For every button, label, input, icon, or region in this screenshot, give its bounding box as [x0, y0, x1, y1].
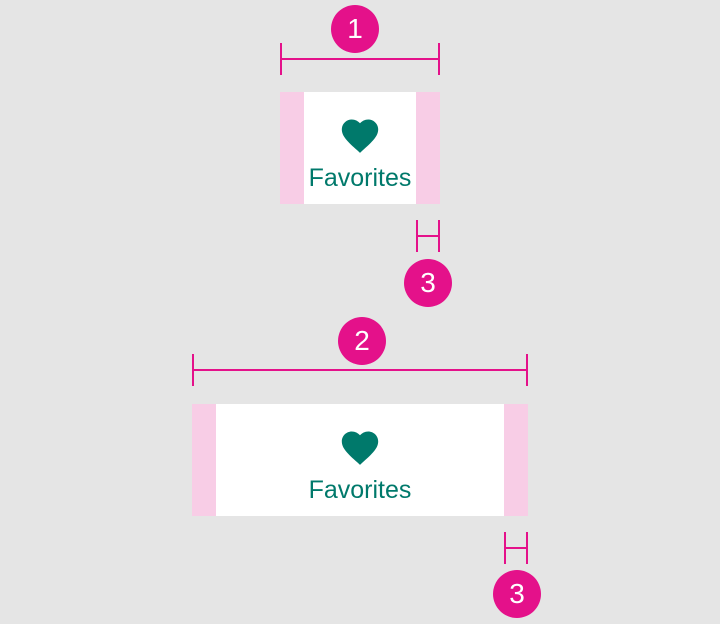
tab-label: Favorites — [308, 164, 412, 192]
heart-icon — [341, 119, 379, 153]
tab-favorites-wide[interactable]: Favorites — [192, 404, 528, 516]
narrow-padding-indicator — [416, 220, 440, 252]
heart-icon — [341, 431, 379, 465]
annotation-badge-max-width: 2 — [338, 317, 386, 365]
tab-favorites-narrow[interactable]: Favorites — [280, 92, 440, 204]
tab-label: Favorites — [308, 476, 412, 504]
wide-padding-indicator — [504, 532, 528, 564]
annotation-badge-padding-narrow: 3 — [404, 259, 452, 307]
annotation-badge-padding-wide: 3 — [493, 570, 541, 618]
annotation-badge-min-width: 1 — [331, 5, 379, 53]
